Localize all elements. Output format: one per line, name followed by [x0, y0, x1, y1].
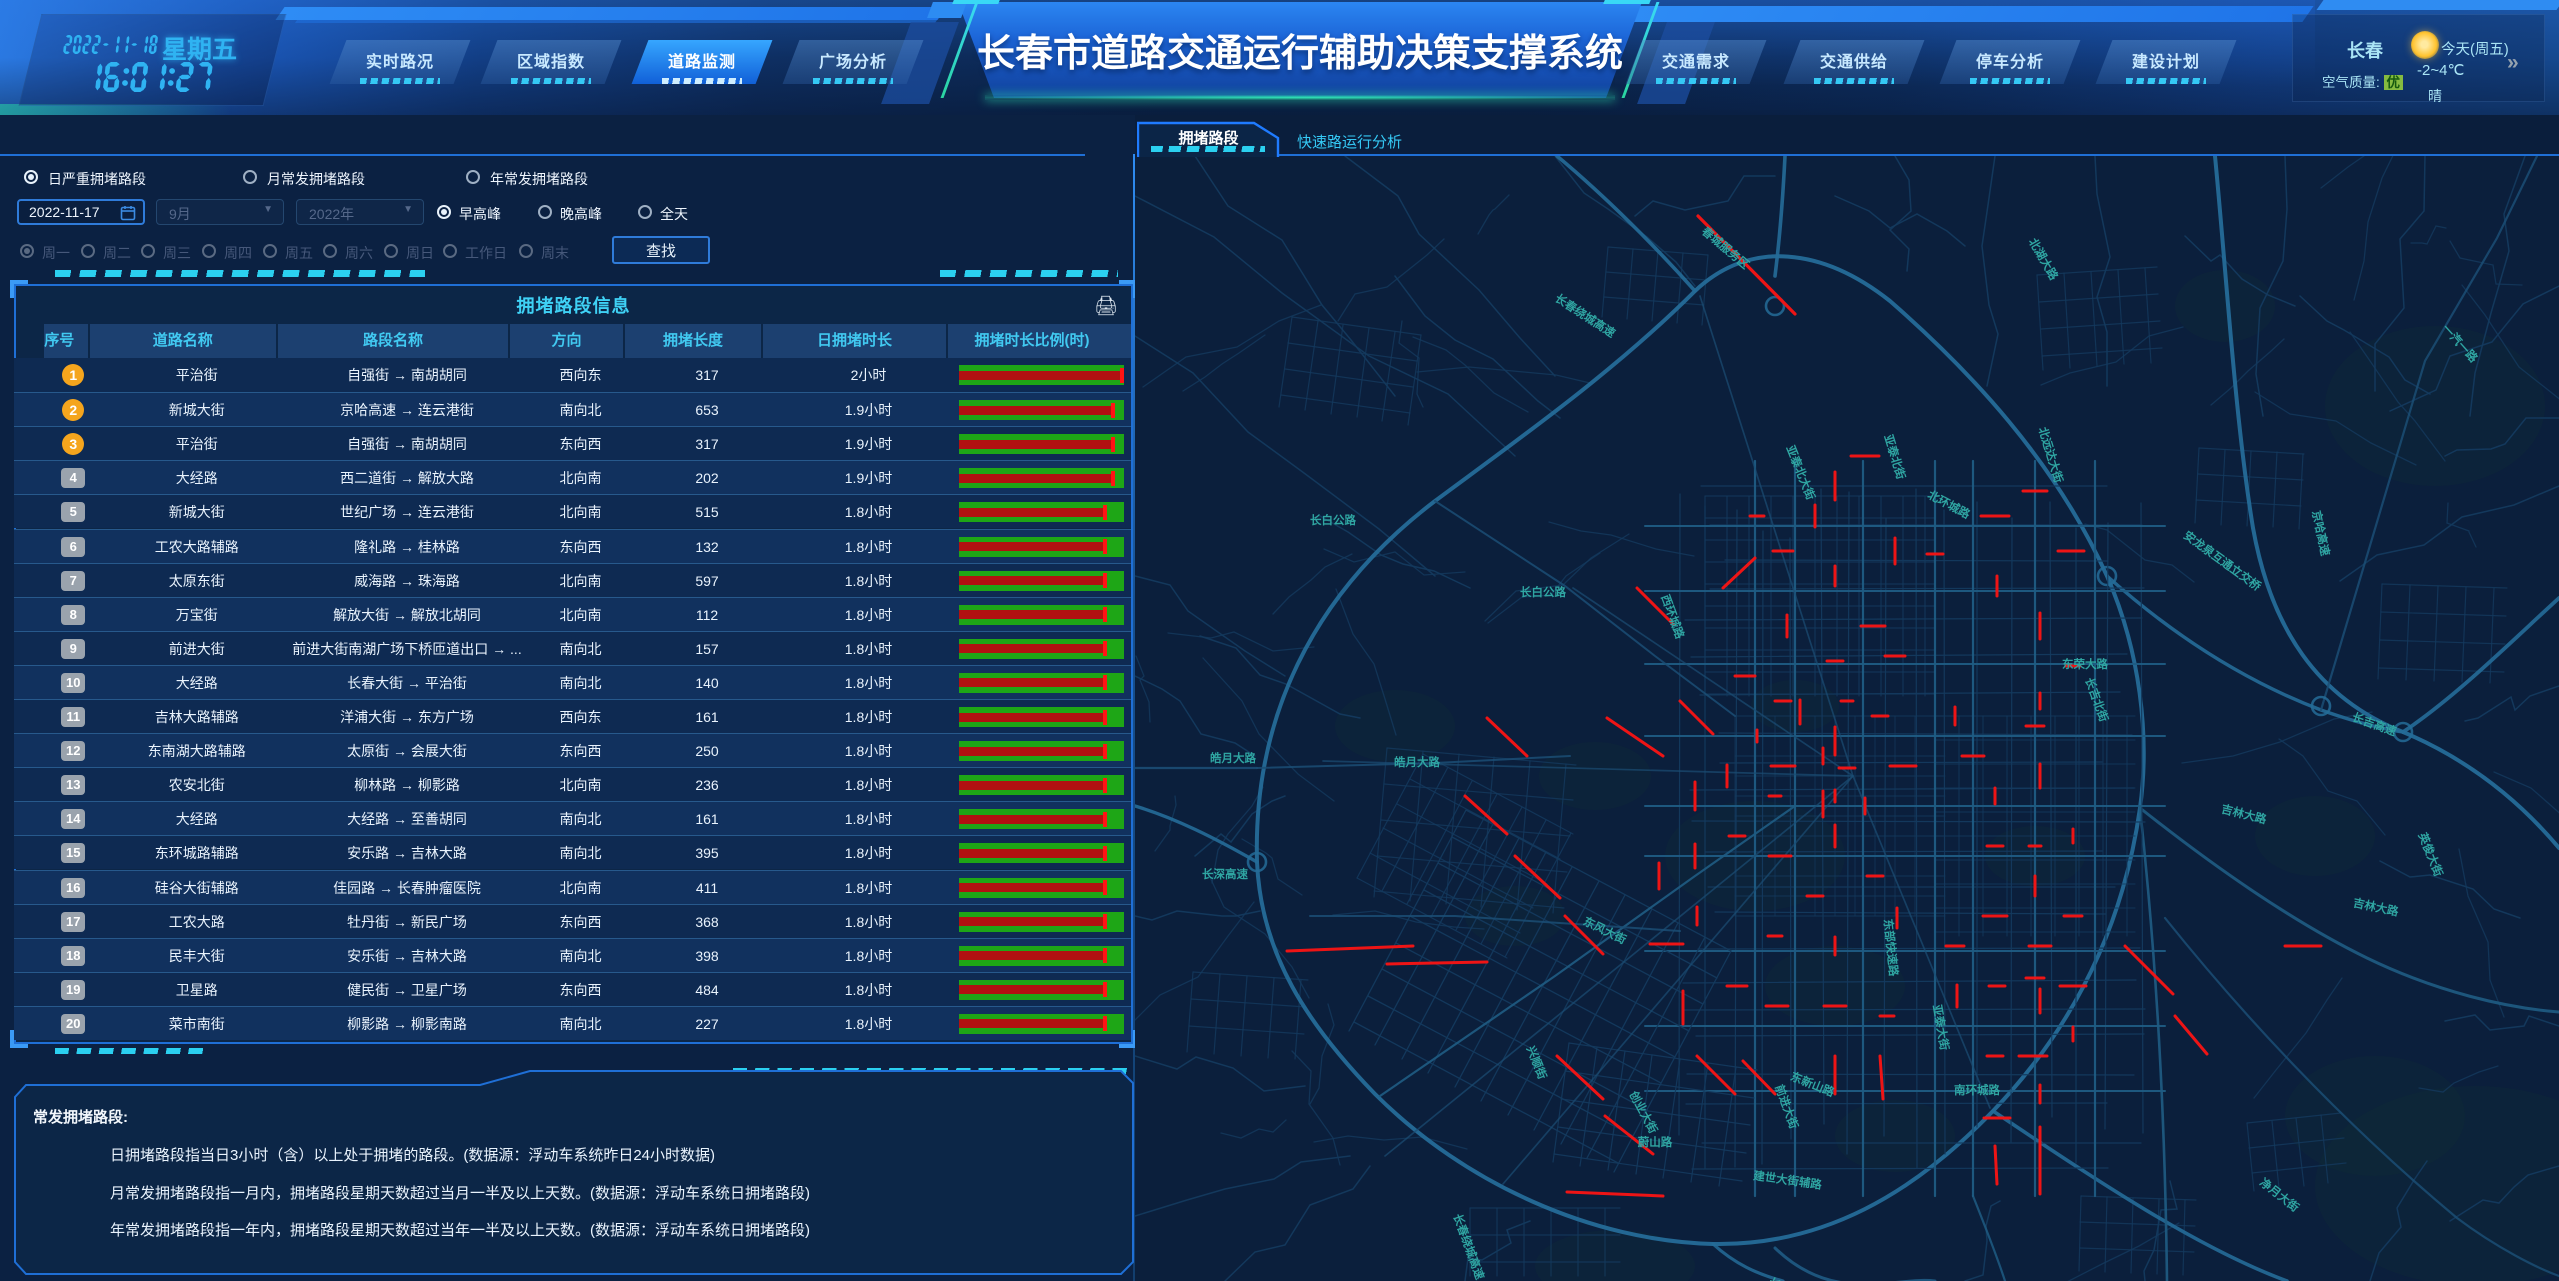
- svg-text:皓月大路: 皓月大路: [1394, 755, 1440, 769]
- svg-text:英俊大街: 英俊大街: [2415, 830, 2446, 879]
- svg-text:兴顺街: 兴顺街: [1524, 1044, 1550, 1082]
- svg-text:净月大街: 净月大街: [2257, 1175, 2302, 1215]
- svg-text:亚泰北街: 亚泰北街: [1881, 433, 1908, 482]
- svg-text:长白公路: 长白公路: [1310, 513, 1356, 527]
- svg-text:吉林大路: 吉林大路: [2220, 802, 2269, 827]
- svg-text:长吉高速: 长吉高速: [2350, 710, 2398, 739]
- svg-text:建世大街辅路: 建世大街辅路: [1752, 1168, 1823, 1192]
- svg-text:蔚山路: 蔚山路: [1638, 1135, 1673, 1149]
- svg-text:南环城路: 南环城路: [1954, 1083, 2000, 1097]
- svg-text:长深高速: 长深高速: [1202, 867, 1248, 881]
- svg-text:亚泰北大街: 亚泰北大街: [1783, 443, 1818, 502]
- svg-text:长春绕城高速: 长春绕城高速: [1552, 291, 1618, 341]
- svg-text:北环城路: 北环城路: [1925, 487, 1973, 521]
- svg-text:皓月大路: 皓月大路: [1210, 751, 1256, 765]
- svg-text:北湖大路: 北湖大路: [2026, 236, 2061, 283]
- svg-text:京哈高速: 京哈高速: [2309, 509, 2332, 557]
- svg-text:长白公路: 长白公路: [1520, 585, 1566, 599]
- svg-text:安龙泉互通立交桥: 安龙泉互通立交桥: [2181, 528, 2264, 594]
- svg-text:长春绕城高速: 长春绕城高速: [1450, 1212, 1487, 1281]
- svg-text:吉林大路: 吉林大路: [2352, 895, 2400, 918]
- svg-text:东荣大路: 东荣大路: [2062, 657, 2108, 671]
- svg-text:亚泰大街: 亚泰大街: [1930, 1003, 1952, 1051]
- svg-text:西环城路: 西环城路: [1658, 593, 1687, 641]
- svg-text:北远达大街: 北远达大街: [2036, 425, 2066, 485]
- svg-text:前进大街: 前进大街: [1772, 1083, 1801, 1131]
